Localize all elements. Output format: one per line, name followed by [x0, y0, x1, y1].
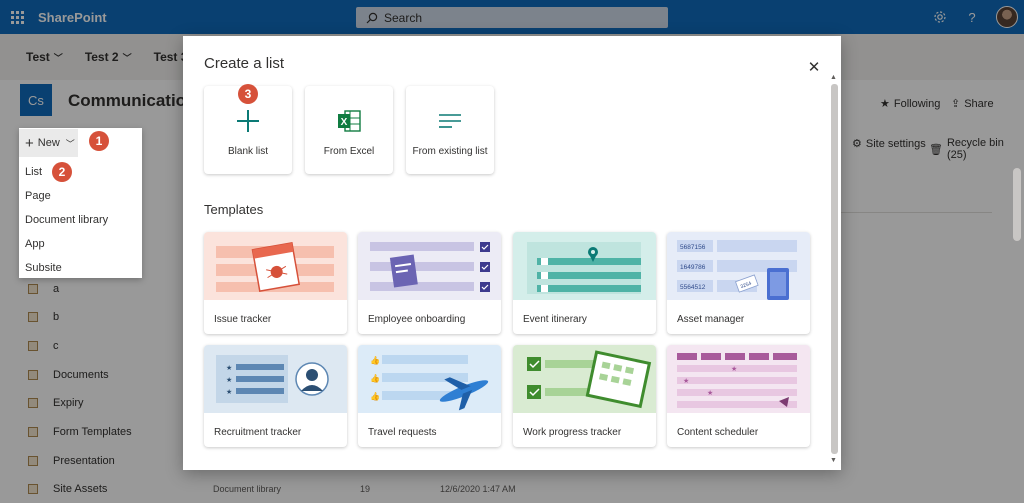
step-badge: 1	[89, 131, 109, 151]
svg-text:👍: 👍	[370, 373, 380, 383]
menu-item-list[interactable]: List	[25, 166, 42, 178]
asset-number: 1649786	[680, 264, 706, 271]
template-event-itinerary[interactable]: Event itinerary	[513, 232, 656, 334]
svg-text:★: ★	[683, 377, 689, 385]
template-label: Content scheduler	[677, 427, 759, 438]
template-label: Issue tracker	[214, 314, 272, 325]
step-badge: 3	[238, 84, 258, 104]
close-icon[interactable]: ✕	[806, 59, 822, 76]
svg-text:👍: 👍	[370, 391, 380, 401]
template-label: Travel requests	[368, 427, 437, 438]
asset-manager-illustration: 5687156 1649786 5564512 3254	[667, 232, 810, 300]
from-excel-card[interactable]: X From Excel	[305, 86, 393, 174]
menu-item-app[interactable]: App	[25, 238, 45, 250]
template-label: Recruitment tracker	[214, 427, 302, 438]
template-issue-tracker[interactable]: Issue tracker	[204, 232, 347, 334]
svg-text:👍: 👍	[370, 355, 380, 365]
employee-onboarding-illustration	[358, 232, 501, 300]
template-work-progress-tracker[interactable]: Work progress tracker	[513, 345, 656, 447]
create-list-dialog: Create a list ✕ Blank list X From Excel …	[183, 36, 841, 470]
menu-item-document-library[interactable]: Document library	[25, 214, 108, 226]
template-label: Work progress tracker	[523, 427, 622, 438]
chevron-down-icon: ﹀	[65, 138, 75, 149]
templates-heading: Templates	[204, 202, 264, 217]
plus-icon: +	[25, 134, 34, 152]
travel-requests-illustration: 👍 👍 👍	[358, 345, 501, 413]
asset-number: 5687156	[680, 244, 706, 251]
from-excel-label: From Excel	[323, 146, 375, 157]
scroll-up-icon[interactable]: ▲	[830, 74, 837, 81]
blank-list-label: Blank list	[227, 146, 268, 157]
template-travel-requests[interactable]: 👍 👍 👍 Travel requests	[358, 345, 501, 447]
svg-text:★: ★	[226, 364, 232, 372]
svg-text:X: X	[341, 117, 348, 128]
recruitment-tracker-illustration: ★ ★ ★	[204, 345, 347, 413]
template-label: Asset manager	[677, 314, 745, 325]
list-lines-icon	[406, 106, 494, 136]
svg-text:★: ★	[226, 376, 232, 384]
svg-text:★: ★	[707, 389, 713, 397]
from-existing-list-label: From existing list	[412, 146, 488, 157]
page-scrollbar[interactable]	[1013, 168, 1021, 241]
template-label: Event itinerary	[523, 314, 587, 325]
template-asset-manager[interactable]: 5687156 1649786 5564512 3254 Asset manag…	[667, 232, 810, 334]
scroll-down-icon[interactable]: ▼	[830, 457, 837, 464]
asset-number: 5564512	[680, 284, 706, 291]
plus-icon	[204, 106, 292, 136]
template-recruitment-tracker[interactable]: ★ ★ ★ Recruitment tracker	[204, 345, 347, 447]
dialog-scrollbar[interactable]	[831, 84, 838, 454]
content-scheduler-illustration: ★ ★ ★	[667, 345, 810, 413]
template-content-scheduler[interactable]: ★ ★ ★ Content scheduler	[667, 345, 810, 447]
new-button-label: New	[37, 137, 60, 149]
event-itinerary-illustration	[513, 232, 656, 300]
step-badge: 2	[52, 162, 72, 182]
from-existing-list-card[interactable]: From existing list	[406, 86, 494, 174]
svg-text:★: ★	[731, 365, 737, 373]
work-progress-tracker-illustration	[513, 345, 656, 413]
svg-text:★: ★	[226, 388, 232, 396]
template-employee-onboarding[interactable]: Employee onboarding	[358, 232, 501, 334]
menu-item-subsite[interactable]: Subsite	[25, 262, 62, 274]
new-button[interactable]: + New ﹀	[19, 129, 78, 157]
menu-item-page[interactable]: Page	[25, 190, 51, 202]
excel-icon: X	[305, 106, 393, 136]
dialog-title: Create a list	[204, 55, 285, 72]
issue-tracker-illustration	[204, 232, 347, 300]
template-label: Employee onboarding	[368, 314, 466, 325]
